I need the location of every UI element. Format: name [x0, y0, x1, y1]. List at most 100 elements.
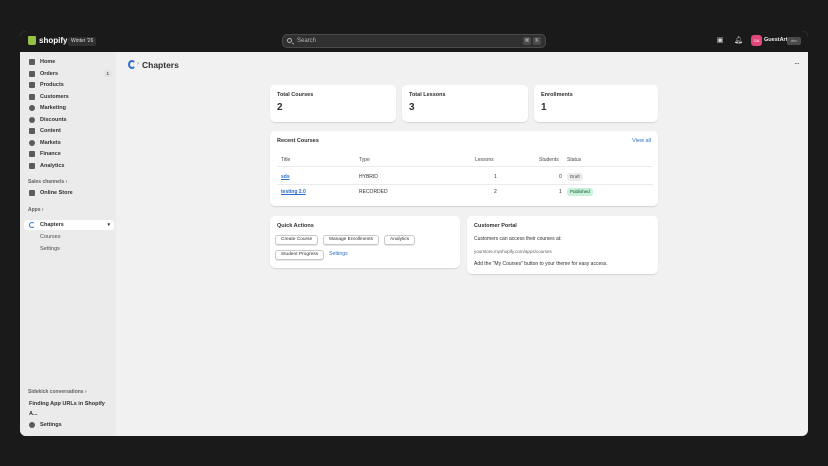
portal-tip: Add the "My Courses" button to your them… [474, 261, 608, 267]
shopify-bag-icon [28, 36, 36, 45]
search-icon [287, 38, 292, 43]
stat-value: 2 [277, 102, 283, 113]
create-course-button[interactable]: Create Course [275, 235, 319, 245]
store-badge: dev [787, 37, 801, 45]
main-content: › Chapters ··· Total Courses 2 Total Les… [116, 52, 808, 436]
sidebar-item-discounts[interactable]: Discounts [24, 115, 114, 125]
sidebar-subitem-settings[interactable]: Settings [24, 244, 114, 254]
stat-card-total-lessons: Total Lessons 3 [402, 85, 528, 122]
sidekick-text: Sidekick conversations [28, 389, 84, 395]
student-progress-button[interactable]: Student Progress [275, 250, 325, 260]
recent-courses-card: Recent Courses View all Title Type Lesso… [270, 131, 658, 206]
logo-text: shopify [39, 36, 68, 45]
chapters-app-icon [29, 222, 35, 228]
home-icon [29, 59, 35, 65]
chevron-down-icon[interactable]: ▾ [107, 220, 110, 230]
stat-card-enrollments: Enrollments 1 [534, 85, 658, 122]
sidebar-item-label: Marketing [40, 105, 66, 111]
quick-actions-card: Quick Actions Create Course Manage Enrol… [270, 216, 460, 268]
column-header-lessons: Lessons [475, 157, 494, 163]
sidebar-item-customers[interactable]: Customers [24, 92, 114, 102]
analytics-button[interactable]: Analytics [384, 235, 416, 245]
sidebar-item-label: Customers [40, 93, 69, 100]
chapters-logo-icon [128, 60, 136, 69]
stat-value: 1 [541, 102, 547, 113]
sidebar-item-label: Settings [40, 422, 62, 428]
stat-card-total-courses: Total Courses 2 [270, 85, 396, 122]
sidebar-item-label: Markets [40, 139, 61, 146]
gear-icon [29, 422, 35, 428]
card-title: Recent Courses [277, 138, 319, 144]
store-name[interactable]: GuestArt [764, 37, 788, 43]
page-title: Chapters [142, 60, 179, 70]
apps-label[interactable]: Apps › [28, 207, 44, 213]
tag-icon [29, 82, 35, 88]
course-lessons: 1 [494, 174, 497, 180]
course-title-link[interactable]: testing 2.0 [281, 189, 306, 195]
sidebar-item-label: Discounts [40, 116, 67, 123]
search-input[interactable]: Search ⌘ K [282, 34, 546, 48]
discount-icon [29, 116, 35, 123]
portal-url[interactable]: yourstore.myshopify.com/apps/courses [474, 249, 552, 254]
content-icon [29, 128, 35, 134]
sidekick-conversation-item[interactable]: Finding App URLs in Shopify A... [24, 399, 114, 417]
manage-enrollments-button[interactable]: Manage Enrollments [323, 235, 379, 245]
chevron-right-icon: › [65, 179, 68, 185]
chevron-right-icon: › [41, 207, 44, 213]
sidebar-item-label: Content [40, 128, 61, 134]
sidebar-item-chapters[interactable]: Chapters ▾ [24, 220, 114, 230]
chart-icon [29, 162, 35, 169]
sales-channels-text: Sales channels [28, 179, 65, 185]
sidebar-item-orders[interactable]: Orders 1 [24, 69, 114, 79]
shopify-logo[interactable]: shopify [28, 36, 67, 45]
column-header-title: Title [281, 157, 291, 163]
top-bar: shopify Winter '26 Search ⌘ K ▣ 🔔︎ GA Gu… [20, 31, 808, 52]
sidebar-item-finance[interactable]: Finance [24, 149, 114, 159]
view-all-link[interactable]: View all [632, 138, 651, 144]
column-header-type: Type [359, 157, 370, 163]
sidebar-item-label: Products [40, 82, 64, 88]
column-header-status: Status [567, 157, 582, 163]
customer-portal-card: Customer Portal Customers can access the… [467, 216, 658, 274]
sidebar-item-label: Home [40, 59, 56, 65]
course-lessons: 2 [494, 189, 497, 195]
globe-icon [29, 139, 35, 146]
bell-icon[interactable]: 🔔︎ [734, 37, 743, 45]
course-type: RECORDED [359, 189, 388, 195]
more-actions-icon[interactable]: ··· [794, 59, 800, 68]
sidebar-subitem-courses[interactable]: Courses [24, 232, 114, 242]
column-header-students: Students [539, 157, 559, 163]
sidebar-item-analytics[interactable]: Analytics [24, 161, 114, 171]
course-title-link[interactable]: sds [281, 174, 290, 180]
search-placeholder: Search [297, 38, 317, 44]
stat-value: 3 [409, 102, 415, 113]
sidebar-item-products[interactable]: Products [24, 80, 114, 90]
season-badge: Winter '26 [68, 37, 97, 46]
sidebar-item-label: Finance [40, 151, 61, 157]
store-icon[interactable]: ▣ [716, 37, 724, 45]
apps-text: Apps [28, 207, 41, 213]
sidebar-item-home[interactable]: Home [24, 57, 114, 67]
table-divider [277, 184, 653, 185]
sidebar-item-markets[interactable]: Markets [24, 138, 114, 148]
settings-link[interactable]: Settings [329, 251, 348, 257]
shortcut-key-k: K [533, 37, 541, 45]
sales-channels-label[interactable]: Sales channels › [28, 179, 67, 185]
sidebar-item-settings[interactable]: Settings [24, 420, 114, 430]
sidebar-item-content[interactable]: Content [24, 126, 114, 136]
sidebar-item-label: Orders [40, 70, 59, 77]
sidebar-item-online-store[interactable]: Online Store [24, 188, 114, 198]
portal-instructions: Customers can access their courses at: [474, 236, 562, 242]
orders-count-badge: 1 [104, 69, 111, 77]
sidekick-label[interactable]: Sidekick conversations › [28, 389, 87, 395]
target-icon [29, 105, 35, 111]
sidebar-item-marketing[interactable]: Marketing [24, 103, 114, 113]
chevron-right-icon: › [84, 389, 87, 395]
status-badge: Published [567, 188, 593, 196]
course-students: 0 [559, 174, 562, 180]
sidebar: Home Orders 1 Products Customers Marketi… [20, 52, 116, 436]
avatar[interactable]: GA [751, 35, 762, 46]
status-badge: Draft [567, 173, 583, 181]
table-divider [277, 166, 653, 167]
app-window: shopify Winter '26 Search ⌘ K ▣ 🔔︎ GA Gu… [20, 31, 808, 436]
